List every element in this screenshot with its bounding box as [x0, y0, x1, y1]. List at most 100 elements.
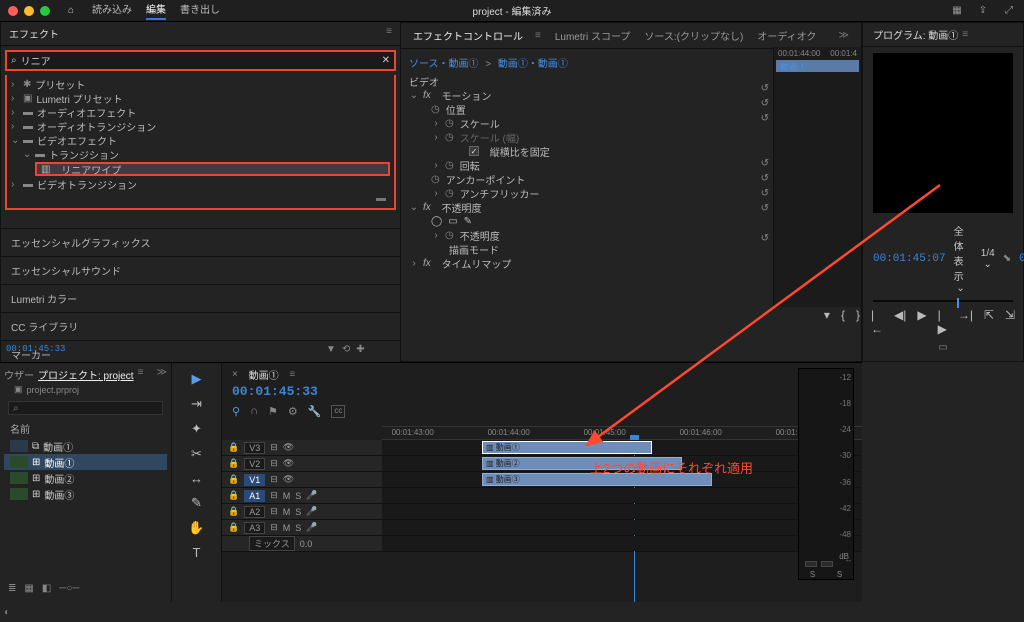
- sequence-name[interactable]: 動画①: [249, 367, 279, 382]
- effects-tree[interactable]: ›✱プリセット ›▣Lumetri プリセット ›▬オーディオエフェクト ›▬オ…: [5, 75, 396, 210]
- lock-icon[interactable]: 🔒: [228, 458, 239, 469]
- track-v1[interactable]: V1: [244, 474, 265, 486]
- prop-time-remap[interactable]: タイムリマップ: [442, 256, 512, 271]
- track-select-tool-icon[interactable]: ⇥: [191, 396, 202, 412]
- lock-icon[interactable]: 🔒: [228, 442, 239, 453]
- linked-selection-icon[interactable]: ∩: [250, 405, 258, 418]
- new-bin-icon[interactable]: ▬: [376, 193, 386, 204]
- track-a2[interactable]: A2: [244, 506, 265, 518]
- fullscreen-icon[interactable]: ⤢: [1002, 4, 1016, 18]
- hand-tool-icon[interactable]: ✋: [188, 520, 204, 536]
- link-lumetri-color[interactable]: Lumetri カラー: [1, 284, 400, 312]
- reset-icon[interactable]: ↺: [761, 113, 769, 127]
- menu-edit[interactable]: 編集: [146, 1, 166, 20]
- ec-mini-clip[interactable]: 動画①: [776, 60, 859, 72]
- filter-icon[interactable]: ▼: [326, 344, 336, 355]
- tree-lumetri-presets[interactable]: Lumetri プリセット: [36, 91, 122, 106]
- toggle-sync-icon[interactable]: ⊟: [270, 474, 278, 485]
- fx-icon[interactable]: fx: [423, 258, 431, 269]
- pen-tool-icon[interactable]: ✎: [191, 495, 202, 511]
- mask-rect-icon[interactable]: ▭: [448, 216, 457, 227]
- program-tc-left[interactable]: 00:01:45:07: [873, 253, 946, 265]
- link-cc-libraries[interactable]: CC ライブラリ: [1, 312, 400, 340]
- snap-icon[interactable]: ⚲: [232, 405, 240, 418]
- tab-audio[interactable]: オーディオク: [751, 26, 822, 45]
- comparison-icon[interactable]: ▭: [938, 342, 947, 353]
- lock-icon[interactable]: 🔒: [228, 490, 239, 501]
- panel-menu-icon[interactable]: ≡: [962, 29, 968, 40]
- mask-pen-icon[interactable]: ✎: [464, 216, 472, 227]
- panel-menu-icon[interactable]: ≡: [386, 26, 392, 41]
- chevron-down-icon[interactable]: ⌄: [409, 202, 419, 213]
- overflow-icon[interactable]: ≫: [833, 28, 855, 43]
- reset-icon[interactable]: ↺: [761, 98, 769, 112]
- toggle-output-icon[interactable]: 👁: [283, 458, 294, 469]
- lock-icon[interactable]: 🔒: [228, 506, 239, 517]
- go-in-icon[interactable]: |←: [871, 308, 883, 336]
- playhead-icon[interactable]: [957, 298, 959, 308]
- tab-media-browser[interactable]: ウザー: [4, 367, 34, 382]
- voice-icon[interactable]: 🎤: [306, 490, 317, 501]
- play-icon[interactable]: ▶: [917, 308, 926, 336]
- toggle-sync-icon[interactable]: ⊟: [270, 458, 278, 469]
- fx-icon[interactable]: fx: [423, 90, 431, 101]
- reset-icon[interactable]: ↺: [761, 83, 769, 97]
- wrench-icon[interactable]: 🔧: [308, 405, 322, 418]
- tab-lumetri-scopes[interactable]: Lumetri スコープ: [549, 26, 637, 45]
- chevron-down-icon[interactable]: ⌄: [409, 90, 419, 101]
- panel-menu-icon[interactable]: ≡: [529, 28, 547, 43]
- fx-icon[interactable]: fx: [423, 202, 431, 213]
- type-tool-icon[interactable]: T: [193, 545, 201, 560]
- minimize-icon[interactable]: [24, 6, 34, 16]
- clear-search-icon[interactable]: ✕: [382, 55, 390, 66]
- menu-import[interactable]: 読み込み: [92, 1, 132, 20]
- tree-transition[interactable]: トランジション: [49, 147, 119, 162]
- step-back-icon[interactable]: ◀|: [894, 308, 906, 336]
- lock-aspect-checkbox[interactable]: ✓: [469, 146, 479, 156]
- prop-motion[interactable]: モーション: [442, 88, 492, 103]
- link-essential-graphics[interactable]: エッセンシャルグラフィックス: [1, 228, 400, 256]
- chevron-right-icon[interactable]: ›: [431, 118, 441, 129]
- effects-search-input[interactable]: [21, 55, 378, 66]
- tree-video-tr[interactable]: ビデオトランジション: [37, 177, 137, 192]
- solo-left[interactable]: S: [810, 570, 815, 579]
- settings-icon[interactable]: ✚: [356, 344, 364, 355]
- ec-clip[interactable]: 動画①・動画①: [498, 59, 568, 70]
- panel-menu-icon[interactable]: ≡: [138, 367, 144, 382]
- close-icon[interactable]: [8, 6, 18, 16]
- selection-tool-icon[interactable]: ▶: [192, 371, 202, 387]
- sync-settings-icon[interactable]: ◐: [4, 607, 10, 618]
- home-icon[interactable]: ⌂: [64, 4, 78, 18]
- zoom-icon[interactable]: [40, 6, 50, 16]
- project-item[interactable]: ⊞動画①: [4, 454, 167, 470]
- freeform-view-icon[interactable]: ◧: [42, 583, 51, 594]
- razor-tool-icon[interactable]: ✂: [191, 446, 202, 462]
- timeline-timecode[interactable]: 00:01:45:33: [232, 384, 852, 399]
- stopwatch-icon[interactable]: ◷: [445, 118, 454, 129]
- stopwatch-icon[interactable]: ◷: [431, 104, 440, 115]
- tree-presets[interactable]: プリセット: [35, 77, 85, 92]
- go-out-icon[interactable]: →|: [958, 308, 973, 336]
- tab-effect-controls[interactable]: エフェクトコントロール: [407, 26, 529, 45]
- toggle-output-icon[interactable]: 👁: [283, 474, 294, 485]
- scale-select[interactable]: 1/4 ⌄: [981, 248, 995, 270]
- tab-project[interactable]: プロジェクト: project: [38, 367, 134, 382]
- tree-video-fx[interactable]: ビデオエフェクト: [37, 133, 117, 148]
- tree-audio-fx[interactable]: オーディオエフェクト: [37, 105, 136, 120]
- share-icon[interactable]: ⇪: [976, 4, 990, 18]
- reset-icon[interactable]: ↺: [761, 158, 769, 172]
- window-traffic-lights[interactable]: [8, 6, 50, 16]
- effects-search-box[interactable]: ⌕ ✕: [5, 50, 396, 71]
- mark-in-icon[interactable]: {: [841, 308, 845, 336]
- effect-linear-wipe[interactable]: ▥ リニアワイプ: [35, 162, 390, 176]
- project-item[interactable]: ⧉動画①: [4, 438, 167, 454]
- lock-icon[interactable]: 🔒: [228, 474, 239, 485]
- ec-timecode[interactable]: 00:01:45:33: [6, 344, 65, 354]
- stopwatch-icon[interactable]: ◷: [445, 188, 454, 199]
- lift-icon[interactable]: ⇱: [984, 308, 994, 336]
- prop-opacity[interactable]: 不透明度: [442, 200, 482, 215]
- panel-menu-icon[interactable]: ≡: [289, 369, 295, 380]
- list-view-icon[interactable]: ≣: [8, 583, 16, 594]
- fit-select[interactable]: 全体表示 ⌄: [954, 223, 965, 294]
- step-fwd-icon[interactable]: |▶: [938, 308, 947, 336]
